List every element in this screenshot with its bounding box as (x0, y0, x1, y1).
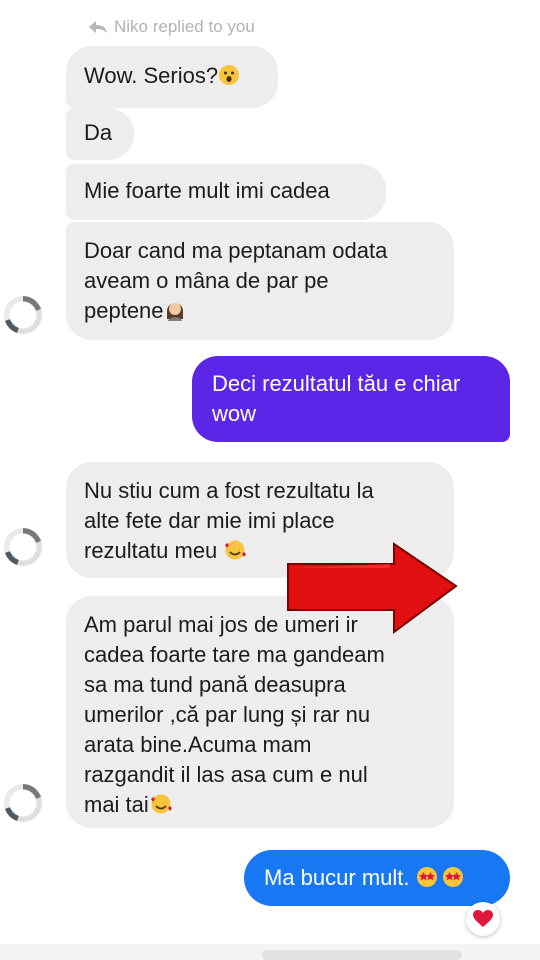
message-text: Ma bucur mult. (264, 865, 410, 890)
woman-emoji (166, 303, 183, 321)
heart-reaction-icon (473, 910, 493, 927)
message-line: Doar cand ma peptanam odata (84, 238, 388, 263)
incoming-message[interactable]: Da (66, 108, 134, 160)
message-line: razgandit il las asa cum e nul (84, 762, 368, 787)
message-line: arata bine.Acuma mam (84, 732, 312, 757)
outgoing-message[interactable]: Ma bucur mult. (244, 850, 510, 906)
message-text: Wow. Serios? (84, 63, 219, 88)
reply-header-text: Niko replied to you (114, 17, 255, 36)
message-line: rezultatu meu (84, 538, 218, 563)
star-struck-emoji (416, 867, 463, 887)
message-text: Mie foarte mult imi cadea (84, 178, 330, 203)
red-arrow (287, 542, 458, 634)
incoming-message[interactable]: Doar cand ma peptanam odata aveam o mâna… (66, 222, 454, 340)
smiling-face-with-hearts-emoji (150, 794, 172, 814)
sender-avatar[interactable] (4, 296, 42, 334)
reply-arrow-icon (89, 21, 107, 33)
message-line: peptene (84, 298, 164, 323)
astonished-face-emoji (219, 65, 240, 85)
sender-avatar[interactable] (4, 528, 42, 566)
message-line: wow (212, 401, 257, 426)
message-line: Deci rezultatul tău e chiar (212, 371, 461, 396)
incoming-message[interactable]: Wow. Serios? (66, 46, 278, 108)
message-line: umerilor ,că par lung și rar nu (84, 702, 371, 727)
smiling-face-with-hearts-emoji (225, 540, 247, 560)
message-line: alte fete dar mie imi place (84, 508, 335, 533)
message-line: aveam o mâna de par pe (84, 268, 329, 293)
outgoing-message[interactable]: Deci rezultatul tău e chiar wow (192, 356, 510, 442)
incoming-message[interactable]: Mie foarte mult imi cadea (66, 164, 386, 220)
composer-input-edge[interactable] (262, 950, 462, 960)
heart-reaction[interactable] (466, 902, 500, 936)
sender-avatar[interactable] (4, 784, 42, 822)
message-line: sa ma tund pană deasupra (84, 672, 346, 697)
message-text: Da (84, 120, 113, 145)
message-line: cadea foarte tare ma gandeam (84, 642, 385, 667)
reply-header: Niko replied to you (88, 14, 255, 40)
message-line: mai tai (84, 792, 149, 817)
message-line: Nu stiu cum a fost rezultatu la (84, 478, 374, 503)
